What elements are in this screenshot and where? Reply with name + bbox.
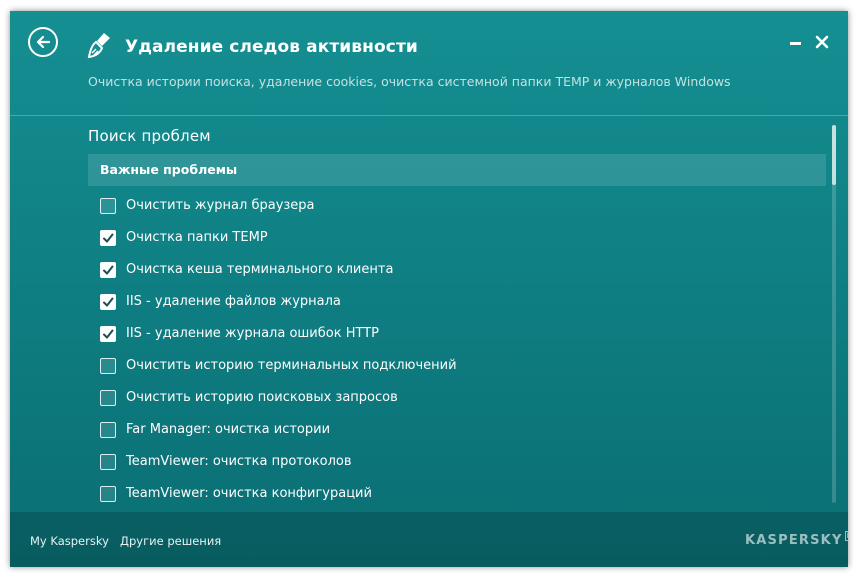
section-title: Поиск проблем — [88, 127, 211, 145]
back-arrow-icon — [36, 35, 51, 49]
list-item[interactable]: Очистить историю поисковых запросов — [98, 383, 818, 415]
item-label: Очистить историю терминальных подключени… — [126, 358, 457, 373]
checkbox-unchecked[interactable] — [100, 198, 116, 214]
other-solutions-link[interactable]: Другие решения — [120, 534, 221, 548]
list-item[interactable]: Очистка папки TEMP — [98, 223, 818, 255]
problem-list: Очистить журнал браузера Очистка папки T… — [98, 191, 818, 511]
checkbox-unchecked[interactable] — [100, 454, 116, 470]
item-label: Очистка кеша терминального клиента — [126, 262, 394, 277]
item-label: Far Manager: очистка истории — [126, 422, 331, 437]
scrollbar[interactable] — [830, 125, 838, 503]
my-kaspersky-link[interactable]: My Kaspersky — [30, 534, 109, 548]
page-title: Удаление следов активности — [125, 37, 418, 57]
list-item[interactable]: Очистить журнал браузера — [98, 191, 818, 223]
checkbox-checked[interactable] — [100, 326, 116, 342]
checkmark-icon — [103, 297, 114, 307]
checkbox-unchecked[interactable] — [100, 486, 116, 502]
list-item[interactable]: Очистка кеша терминального клиента — [98, 255, 818, 287]
item-label: Очистка папки TEMP — [126, 230, 268, 245]
brand-name: KASPERSKY — [745, 533, 843, 548]
brand-suffix: lab — [844, 531, 848, 541]
scrollbar-thumb[interactable] — [832, 125, 836, 185]
list-item[interactable]: Очистить историю терминальных подключени… — [98, 351, 818, 383]
list-item[interactable]: TeamViewer: очистка протоколов — [98, 447, 818, 479]
checkbox-unchecked[interactable] — [100, 422, 116, 438]
item-label: TeamViewer: очистка протоколов — [126, 454, 352, 469]
close-icon — [815, 35, 829, 49]
minimize-button[interactable] — [787, 34, 805, 52]
checkmark-icon — [103, 265, 114, 275]
item-label: Очистить историю поисковых запросов — [126, 390, 398, 405]
checkbox-checked[interactable] — [100, 294, 116, 310]
group-header: Важные проблемы — [88, 154, 826, 186]
back-button[interactable] — [28, 27, 58, 57]
checkbox-unchecked[interactable] — [100, 390, 116, 406]
broom-icon — [87, 33, 110, 59]
page-subtitle: Очистка истории поиска, удаление cookies… — [88, 74, 731, 89]
footer: My Kaspersky Другие решения KASPERSKYlab — [10, 512, 848, 567]
kaspersky-logo: KASPERSKYlab — [745, 531, 848, 548]
checkmark-icon — [103, 329, 114, 339]
list-item[interactable]: TeamViewer: очистка конфигураций — [98, 479, 818, 511]
app-window: Удаление следов активности Очистка истор… — [10, 11, 848, 567]
list-item[interactable]: Far Manager: очистка истории — [98, 415, 818, 447]
window-header: Удаление следов активности Очистка истор… — [10, 11, 848, 116]
item-label: Очистить журнал браузера — [126, 198, 315, 213]
checkbox-checked[interactable] — [100, 262, 116, 278]
checkbox-unchecked[interactable] — [100, 358, 116, 374]
checkbox-checked[interactable] — [100, 230, 116, 246]
close-button[interactable] — [813, 33, 831, 51]
item-label: TeamViewer: очистка конфигураций — [126, 486, 372, 501]
checkmark-icon — [103, 233, 114, 243]
item-label: IIS - удаление журнала ошибок HTTP — [126, 326, 379, 341]
list-item[interactable]: IIS - удаление журнала ошибок HTTP — [98, 319, 818, 351]
list-item[interactable]: IIS - удаление файлов журнала — [98, 287, 818, 319]
item-label: IIS - удаление файлов журнала — [126, 294, 341, 309]
